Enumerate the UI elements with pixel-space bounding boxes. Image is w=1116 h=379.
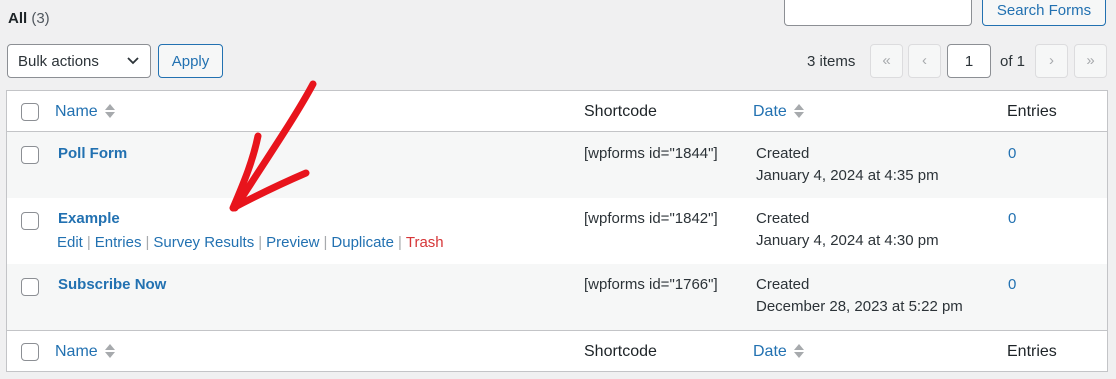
next-page-button[interactable]: › <box>1035 44 1068 78</box>
date-status: Created <box>756 210 810 227</box>
preview-link[interactable]: Preview <box>266 234 319 251</box>
entries-count-link[interactable]: 0 <box>1008 145 1016 162</box>
chevron-down-icon <box>127 57 139 65</box>
forms-table: Name Shortcode Date Entries Poll Form [w… <box>6 90 1108 372</box>
sort-arrows-icon <box>105 344 115 358</box>
filter-all-count: (3) <box>31 10 50 27</box>
shortcode-cell: [wpforms id="1844"] <box>584 145 718 162</box>
date-status: Created <box>756 145 810 162</box>
column-entries: Entries <box>1007 103 1057 120</box>
items-count: 3 items <box>807 53 856 70</box>
search-forms-button[interactable]: Search Forms <box>982 0 1106 26</box>
table-footer: Name Shortcode Date Entries <box>7 330 1107 371</box>
trash-link[interactable]: Trash <box>406 234 444 251</box>
form-title-link[interactable]: Subscribe Now <box>58 276 166 293</box>
sort-arrows-icon <box>105 104 115 118</box>
prev-page-button[interactable]: ‹ <box>908 44 941 78</box>
edit-link[interactable]: Edit <box>57 234 83 251</box>
sort-arrows-icon <box>794 104 804 118</box>
shortcode-cell: [wpforms id="1766"] <box>584 276 718 293</box>
column-date-sort[interactable]: Date <box>753 343 787 361</box>
table-row: Subscribe Now [wpforms id="1766"] Create… <box>7 264 1107 330</box>
column-date-sort[interactable]: Date <box>753 103 787 121</box>
first-page-button[interactable]: « <box>870 44 903 78</box>
row-checkbox[interactable] <box>21 278 39 296</box>
table-row: Poll Form [wpforms id="1844"] Created Ja… <box>7 132 1107 198</box>
last-page-button[interactable]: » <box>1074 44 1107 78</box>
survey-results-link[interactable]: Survey Results <box>153 234 254 251</box>
entries-count-link[interactable]: 0 <box>1008 276 1016 293</box>
table-row: Example Edit | Entries | Survey Results | Prev… <box>7 198 1107 264</box>
date-value: January 4, 2024 at 4:30 pm <box>756 232 939 249</box>
shortcode-cell: [wpforms id="1842"] <box>584 210 718 227</box>
select-all-checkbox[interactable] <box>21 103 39 121</box>
bulk-actions-selected: Bulk actions <box>18 53 99 70</box>
entries-link[interactable]: Entries <box>95 234 142 251</box>
filter-all-label[interactable]: All <box>8 10 27 27</box>
column-shortcode: Shortcode <box>584 103 657 120</box>
column-entries: Entries <box>1007 343 1057 360</box>
search-input[interactable] <box>784 0 972 26</box>
column-shortcode: Shortcode <box>584 343 657 360</box>
table-header: Name Shortcode Date Entries <box>7 91 1107 132</box>
date-value: December 28, 2023 at 5:22 pm <box>756 298 963 315</box>
date-status: Created <box>756 276 810 293</box>
duplicate-link[interactable]: Duplicate <box>331 234 394 251</box>
apply-button[interactable]: Apply <box>158 44 223 78</box>
column-name-sort[interactable]: Name <box>55 343 98 361</box>
bulk-actions-select[interactable]: Bulk actions <box>7 44 151 78</box>
form-title-link[interactable]: Example <box>58 210 120 227</box>
row-checkbox[interactable] <box>21 212 39 230</box>
sort-arrows-icon <box>794 344 804 358</box>
column-name-sort[interactable]: Name <box>55 103 98 121</box>
form-title-link[interactable]: Poll Form <box>58 145 127 162</box>
entries-count-link[interactable]: 0 <box>1008 210 1016 227</box>
date-value: January 4, 2024 at 4:35 pm <box>756 167 939 184</box>
filter-all[interactable]: All (3) <box>8 10 50 27</box>
row-checkbox[interactable] <box>21 146 39 164</box>
select-all-checkbox[interactable] <box>21 343 39 361</box>
current-page-input[interactable]: 1 <box>947 44 991 78</box>
total-pages: of 1 <box>1000 53 1026 70</box>
row-actions: Edit | Entries | Survey Results | Preview | Dupl… <box>57 234 444 251</box>
